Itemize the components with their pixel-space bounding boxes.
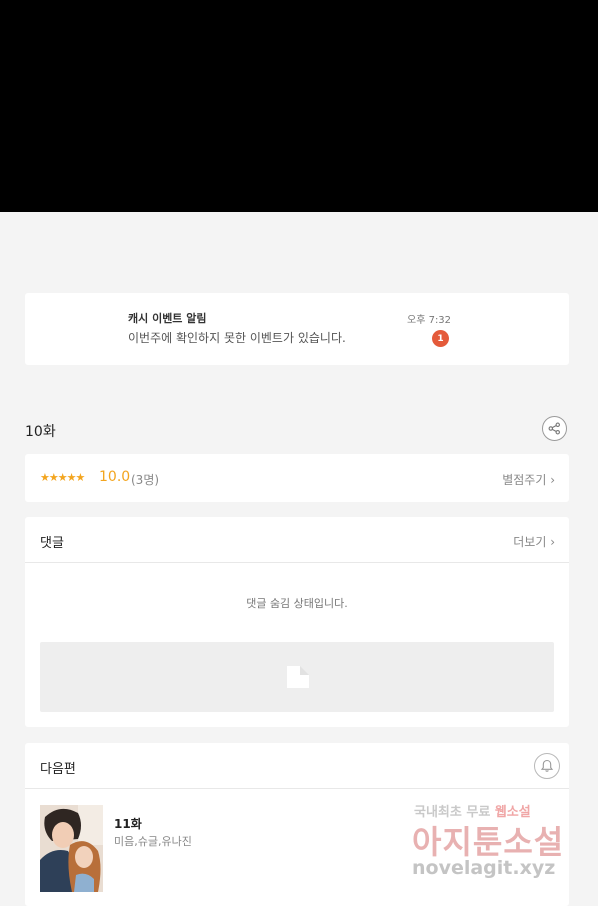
rating-stars: ★★★★★ bbox=[40, 471, 85, 484]
next-episode-title[interactable]: 11화 bbox=[114, 815, 142, 832]
share-button[interactable] bbox=[542, 416, 567, 441]
notify-button[interactable] bbox=[534, 753, 560, 779]
rating-card: ★★★★★ 10.0 (3명) 별점주기 › bbox=[25, 454, 569, 502]
next-episode-thumbnail[interactable] bbox=[40, 805, 103, 892]
rating-count: (3명) bbox=[131, 473, 160, 487]
next-episode-card: 다음편 11화 미음,슈글,유나진 bbox=[25, 743, 569, 906]
notification-message: 이번주에 확인하지 못한 이벤트가 있습니다. bbox=[128, 331, 346, 345]
rate-button[interactable]: 별점주기 › bbox=[502, 471, 555, 488]
comments-title: 댓글 bbox=[40, 536, 64, 551]
notification-title: 캐시 이벤트 알림 bbox=[128, 312, 207, 325]
share-icon bbox=[548, 422, 560, 435]
thumbnail-image bbox=[40, 805, 103, 892]
notification-card[interactable]: 캐시 이벤트 알림 이번주에 확인하지 못한 이벤트가 있습니다. 오후 7:3… bbox=[25, 293, 569, 365]
comments-card: 댓글 더보기 › 댓글 숨김 상태입니다. bbox=[25, 517, 569, 727]
comment-placeholder bbox=[40, 642, 554, 712]
comments-header: 댓글 더보기 › bbox=[25, 517, 569, 563]
bell-icon bbox=[540, 759, 554, 772]
comments-hidden-message: 댓글 숨김 상태입니다. bbox=[246, 597, 348, 610]
next-episode-header: 다음편 bbox=[25, 743, 569, 789]
video-area bbox=[0, 0, 598, 212]
notification-time: 오후 7:32 bbox=[407, 315, 452, 326]
episode-title: 10화 bbox=[25, 424, 56, 440]
notification-badge: 1 bbox=[432, 330, 449, 347]
next-episode-authors: 미음,슈글,유나진 bbox=[114, 835, 192, 848]
comments-more-button[interactable]: 더보기 › bbox=[513, 533, 555, 550]
image-placeholder-icon bbox=[287, 666, 309, 688]
next-episode-heading: 다음편 bbox=[40, 762, 76, 777]
rating-score: 10.0 bbox=[99, 469, 131, 485]
